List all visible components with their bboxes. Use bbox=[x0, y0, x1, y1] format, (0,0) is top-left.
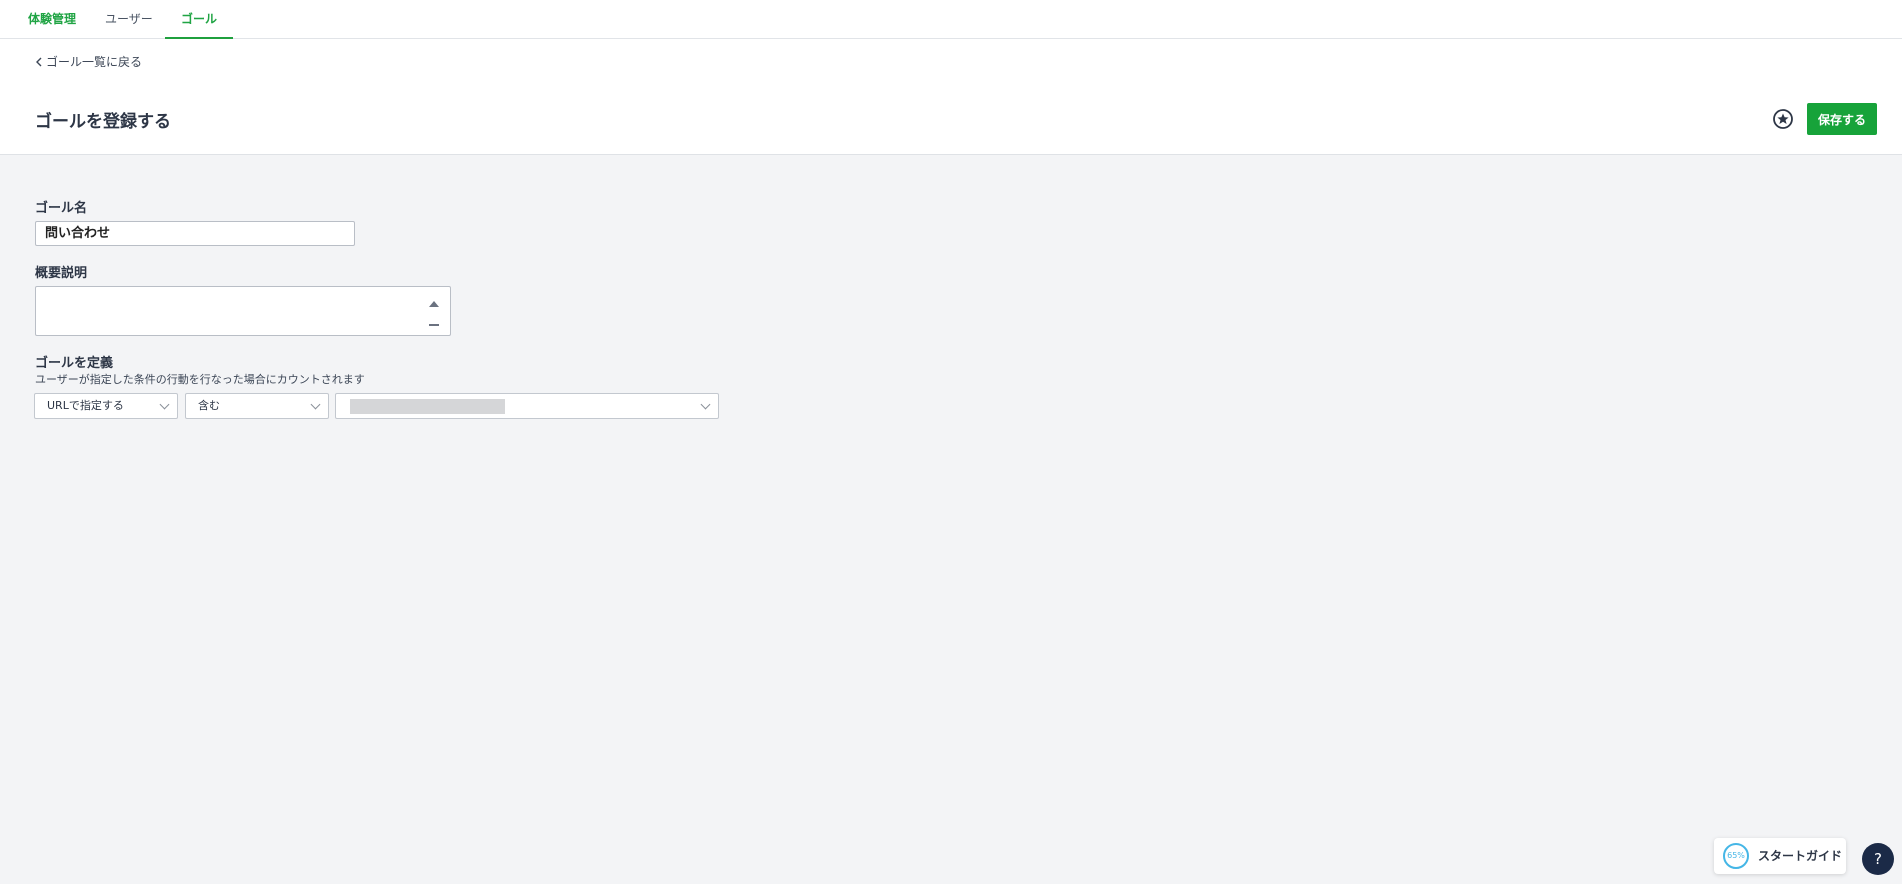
match-type-value: URLで指定する bbox=[47, 399, 124, 412]
save-button[interactable]: 保存する bbox=[1807, 103, 1877, 135]
chevron-down-icon bbox=[159, 399, 170, 410]
help-button[interactable]: ? bbox=[1862, 843, 1894, 875]
goal-definition-note: ユーザーが指定した条件の行動を行なった場合にカウントされます bbox=[35, 373, 365, 386]
chevron-down-icon bbox=[310, 399, 321, 410]
back-link-label: ゴール一覧に戻る bbox=[46, 55, 143, 69]
tab-goals-label: ゴール bbox=[181, 12, 218, 26]
operator-value: 含む bbox=[198, 399, 220, 412]
tab-experience-management[interactable]: 体験管理 bbox=[28, 0, 76, 39]
tab-goals[interactable]: ゴール bbox=[165, 0, 234, 40]
chevron-down-icon bbox=[700, 399, 711, 410]
page-header: ゴール一覧に戻る ゴールを登録する 保存する bbox=[0, 39, 1902, 155]
match-type-select[interactable]: URLで指定する bbox=[34, 393, 178, 419]
top-navigation: 体験管理 ユーザー ゴール bbox=[0, 0, 1902, 40]
operator-select[interactable]: 含む bbox=[185, 393, 329, 419]
tab-users[interactable]: ユーザー bbox=[105, 0, 153, 39]
description-label: 概要説明 bbox=[35, 266, 88, 281]
goal-name-input[interactable]: 問い合わせ bbox=[35, 221, 355, 246]
start-guide-button[interactable]: 65% スタートガイド bbox=[1714, 838, 1846, 874]
star-badge-icon[interactable] bbox=[1772, 108, 1794, 130]
progress-ring: 65% bbox=[1723, 843, 1749, 869]
chevron-left-icon bbox=[36, 57, 42, 66]
minus-icon bbox=[429, 324, 439, 326]
description-textarea[interactable] bbox=[35, 286, 451, 336]
start-guide-label: スタートガイド bbox=[1758, 849, 1843, 863]
redacted-url-block bbox=[350, 399, 505, 414]
goal-name-label: ゴール名 bbox=[35, 201, 88, 216]
back-to-goal-list-link[interactable]: ゴール一覧に戻る bbox=[35, 53, 142, 70]
url-select[interactable] bbox=[335, 393, 719, 419]
caret-up-icon bbox=[429, 301, 439, 307]
page-title: ゴールを登録する bbox=[35, 112, 171, 132]
goal-definition-label: ゴールを定義 bbox=[35, 356, 114, 371]
